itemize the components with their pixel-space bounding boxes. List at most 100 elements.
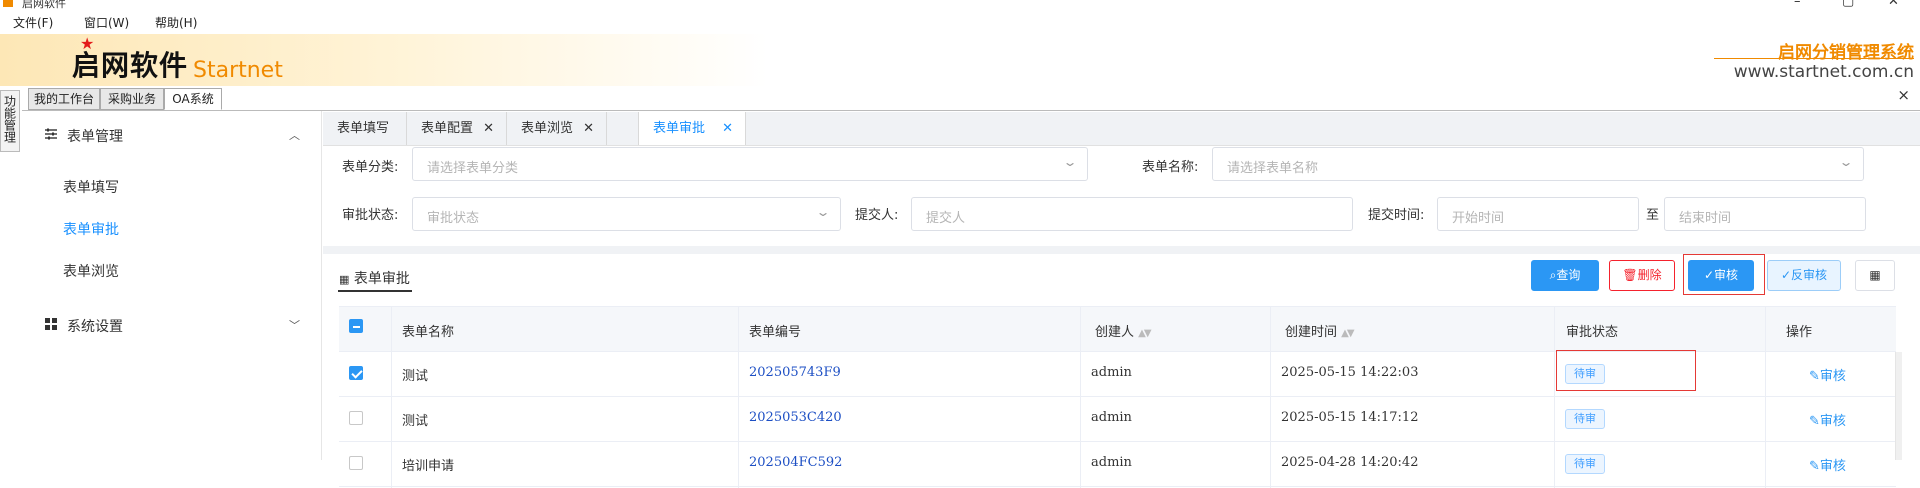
check-icon: ✓ [1780,268,1792,282]
tab-oa-system[interactable]: OA系统 [164,88,222,110]
table-row[interactable]: 测试 2025053C420 admin 2025-05-15 14:17:12… [339,397,1896,442]
trash-icon: 🗑 [1622,268,1638,282]
tab-form-fill[interactable]: 表单填写 [323,112,407,145]
category-label: 表单分类: [342,160,399,175]
cell-creator: admin [1091,410,1132,425]
grid-dots-icon: ▦ [339,273,350,286]
minimize-button[interactable]: – [1794,0,1801,9]
submit-time-label: 提交时间: [1368,208,1425,223]
tab-label: 表单浏览 [521,121,574,136]
cell-creator: admin [1091,365,1132,380]
row-checkbox[interactable] [349,411,363,425]
row-audit-label: 审核 [1819,369,1846,384]
window-close-button[interactable]: ✕ [1888,0,1899,9]
chevron-down-icon: ⌄ [1838,155,1854,169]
col-status: 审批状态 [1566,325,1619,340]
cell-form-code[interactable]: 202504FC592 [749,455,842,470]
select-all-checkbox[interactable] [349,319,363,333]
row-audit-link[interactable]: ✎审核 [1809,365,1846,384]
status-badge: 待审 [1565,454,1605,474]
form-name-placeholder: 请选择表单名称 [1227,161,1319,176]
page-tabs: 表单填写 表单配置 ✕ 表单浏览 ✕ 表单审批 ✕ [323,112,1920,146]
menu-file[interactable]: 文件(F) [13,14,53,31]
tab-form-config[interactable]: 表单配置 ✕ [407,112,507,145]
row-audit-label: 审核 [1819,459,1846,474]
sort-icon[interactable]: ▲▼ [1341,328,1354,339]
title-bar: 启网软件 – ▢ ✕ [0,0,1920,10]
company-url: www.startnet.com.cn [1733,62,1914,82]
start-time-placeholder: 开始时间 [1452,211,1505,226]
system-name: 启网分销管理系统 [1778,43,1914,63]
row-checkbox[interactable] [349,456,363,470]
status-badge: 待审 [1565,409,1605,429]
cell-form-code[interactable]: 2025053C420 [749,410,842,425]
menu-window[interactable]: 窗口(W) [84,14,129,31]
submitter-placeholder: 提交人 [926,211,966,226]
table-row[interactable]: 培训申请 202504FC592 admin 2025-04-28 14:20:… [339,442,1896,487]
cell-creator: admin [1091,455,1132,470]
function-panel-tab[interactable]: 功能管理 [0,90,20,152]
section-title-text: 表单审批 [353,271,410,287]
start-time-input[interactable]: 开始时间 [1437,197,1639,231]
grid-icon: ▦ [1869,268,1881,282]
cell-form-code[interactable]: 202505743F9 [749,365,841,380]
tab-label: 表单填写 [337,121,390,136]
column-settings-button[interactable]: ▦ [1855,260,1895,291]
sidebar-item-form-fill[interactable]: 表单填写 [63,177,119,197]
close-icon[interactable]: ✕ [483,112,494,145]
column-divider [1554,306,1555,488]
category-select[interactable]: 请选择表单分类 ⌄ [412,147,1088,181]
col-form-name: 表单名称 [402,325,455,340]
logo-english: Startnet [193,58,283,83]
window-title: 启网软件 [22,0,66,10]
col-created-time[interactable]: 创建时间 ▲▼ [1285,321,1355,340]
tab-form-approval[interactable]: 表单审批 ✕ [638,112,746,145]
status-placeholder: 审批状态 [427,211,480,226]
col-creator-label: 创建人 [1095,325,1135,340]
column-divider [1080,306,1081,488]
tab-purchasing[interactable]: 采购业务 [100,88,164,110]
highlight-box-status [1556,350,1696,391]
table-header: 表单名称 表单编号 创建人 ▲▼ 创建时间 ▲▼ 审批状态 操作 [339,306,1896,352]
close-icon[interactable]: ✕ [583,112,594,145]
menu-help[interactable]: 帮助(H) [155,14,197,31]
sidebar-item-form-browse[interactable]: 表单浏览 [63,261,119,281]
col-creator[interactable]: 创建人 ▲▼ [1095,321,1152,340]
section-divider [323,246,1920,254]
menu-bar: 文件(F) 窗口(W) 帮助(H) [0,10,1920,34]
sidebar-group-system-settings[interactable]: 系统设置 ﹀ [22,305,322,345]
close-workspace-icon[interactable]: × [1897,86,1910,104]
status-select[interactable]: 审批状态 ⌄ [412,197,841,231]
query-button[interactable]: ⌕查询 [1531,260,1599,291]
end-time-placeholder: 结束时间 [1679,211,1732,226]
row-audit-link[interactable]: ✎审核 [1809,455,1846,474]
tab-workbench[interactable]: 我的工作台 [28,88,100,110]
banner-divider [1714,58,1914,59]
row-checkbox[interactable] [349,366,363,380]
close-icon[interactable]: ✕ [722,112,733,145]
chevron-down-icon: ⌄ [815,205,831,219]
edit-icon: ✎ [1809,369,1820,384]
maximize-button[interactable]: ▢ [1842,0,1854,9]
unaudit-button[interactable]: ✓反审核 [1767,260,1841,291]
app-icon [3,0,13,7]
section-title: ▦ 表单审批 [339,268,410,288]
sort-icon[interactable]: ▲▼ [1138,328,1151,339]
submitter-input[interactable]: 提交人 [911,197,1353,231]
form-name-label: 表单名称: [1142,160,1199,175]
sidebar-group-label: 表单管理 [67,129,123,145]
tab-form-browse[interactable]: 表单浏览 ✕ [507,112,607,145]
end-time-input[interactable]: 结束时间 [1664,197,1866,231]
form-name-select[interactable]: 请选择表单名称 ⌄ [1212,147,1864,181]
row-audit-link[interactable]: ✎审核 [1809,410,1846,429]
sidebar-group-form-management[interactable]: 表单管理 ︿ [22,115,322,155]
col-form-code: 表单编号 [749,325,802,340]
range-separator: 至 [1646,208,1660,223]
cell-form-name: 测试 [402,369,429,384]
sidebar: 表单管理 ︿ 表单填写 表单审批 表单浏览 系统设置 ﹀ [22,111,322,460]
cell-form-name: 测试 [402,414,429,429]
query-label: 查询 [1556,268,1581,282]
vertical-scrollbar[interactable] [1895,352,1902,460]
sidebar-item-form-approval[interactable]: 表单审批 [63,219,119,239]
delete-button[interactable]: 🗑删除 [1609,260,1675,291]
